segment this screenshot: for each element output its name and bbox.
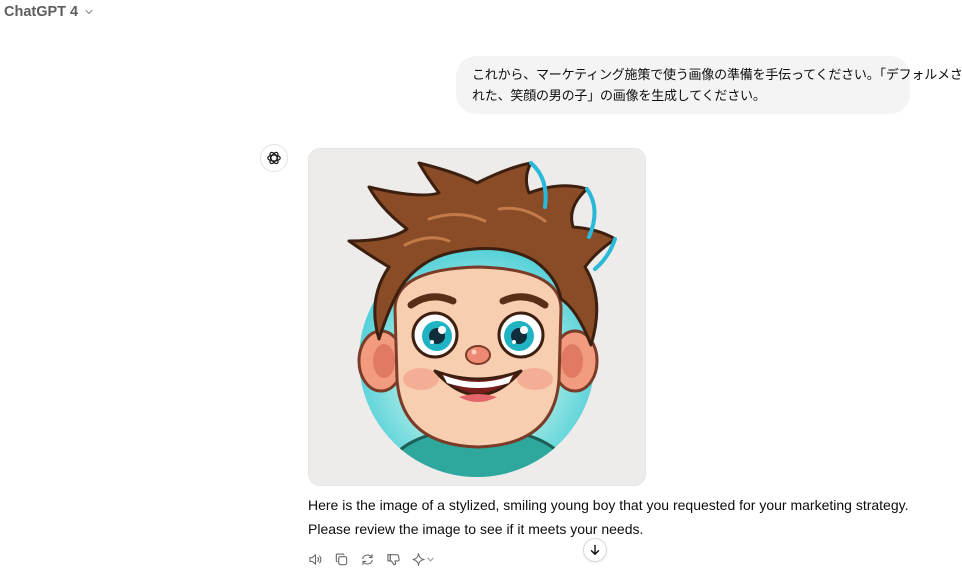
arrow-down-icon bbox=[590, 544, 600, 555]
openai-logo-icon bbox=[267, 151, 281, 165]
assistant-response-line-1: Here is the image of a stylized, smiling… bbox=[308, 497, 909, 513]
scroll-to-bottom-button[interactable] bbox=[583, 538, 607, 562]
chat-page: ChatGPT 4 これから、マーケティング施策で使う画像の準備を手伝ってくださ… bbox=[0, 0, 962, 572]
assistant-response-line-2: Please review the image to see if it mee… bbox=[308, 521, 644, 537]
assistant-avatar bbox=[260, 144, 288, 172]
user-message-bubble: これから、マーケティング施策で使う画像の準備を手伝ってください。「デフォルメさ … bbox=[456, 56, 962, 114]
copy-button[interactable] bbox=[331, 549, 351, 569]
user-message-line-2: れた、笑顔の男の子」の画像を生成してください。 bbox=[472, 89, 766, 104]
model-title: ChatGPT 4 bbox=[4, 4, 79, 20]
user-message-line-1: これから、マーケティング施策で使う画像の準備を手伝ってください。「デフォルメさ bbox=[472, 68, 962, 83]
copy-icon bbox=[335, 553, 347, 565]
read-aloud-icon bbox=[308, 553, 321, 565]
chevron-down-icon bbox=[85, 9, 93, 15]
message-actions bbox=[305, 549, 437, 569]
assistant-response: Here is the image of a stylized, smiling… bbox=[308, 493, 908, 541]
stylized-boy-illustration bbox=[309, 149, 645, 485]
read-aloud-button[interactable] bbox=[305, 549, 325, 569]
thumbs-down-button[interactable] bbox=[383, 549, 403, 569]
regenerate-button[interactable] bbox=[357, 549, 377, 569]
generated-image[interactable] bbox=[308, 148, 646, 486]
chevron-down-icon bbox=[427, 557, 434, 561]
regenerate-icon bbox=[361, 553, 373, 565]
model-switcher[interactable]: ChatGPT 4 bbox=[4, 4, 94, 20]
change-model-sparkle-icon bbox=[412, 552, 425, 566]
change-model-button[interactable] bbox=[409, 549, 437, 569]
thumbs-down-icon bbox=[386, 553, 400, 565]
